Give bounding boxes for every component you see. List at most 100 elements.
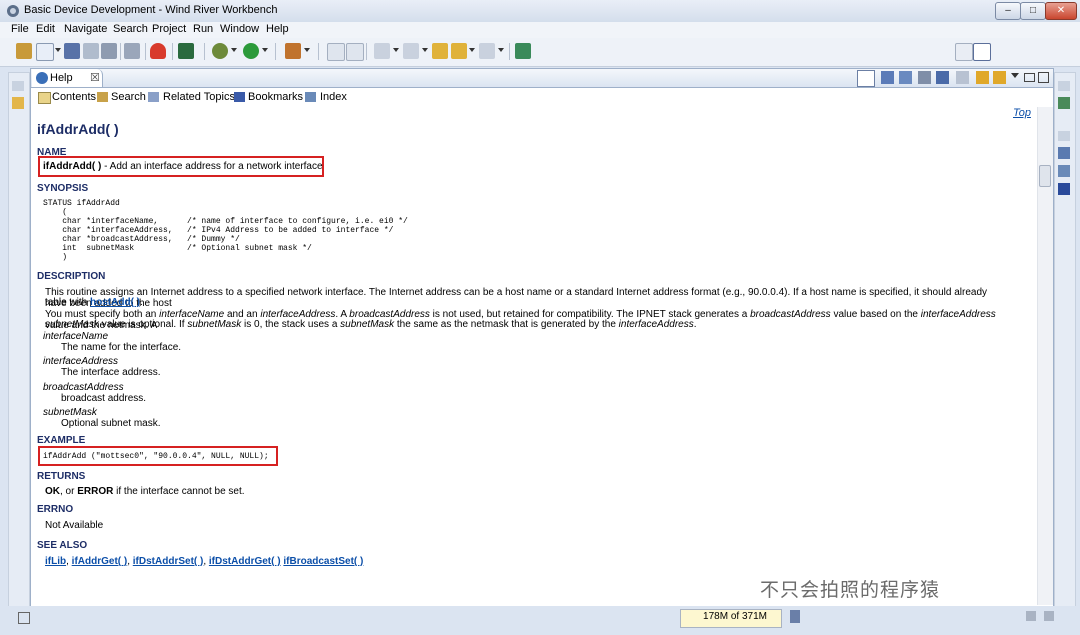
tab-close-icon[interactable]: ☒ bbox=[90, 71, 100, 84]
minimize-view-icon[interactable] bbox=[1024, 73, 1035, 82]
contents-icon bbox=[38, 92, 51, 104]
chevron-down-icon[interactable] bbox=[231, 48, 237, 52]
save-all-icon[interactable] bbox=[83, 43, 99, 59]
bell-icon[interactable] bbox=[150, 43, 166, 59]
returns-tail: if the interface cannot be set. bbox=[113, 486, 245, 497]
desc-italic: interfaceAddress bbox=[618, 319, 694, 330]
fast-view-icon[interactable] bbox=[18, 612, 30, 624]
top-link[interactable]: Top bbox=[1013, 107, 1031, 119]
restore-icon[interactable] bbox=[1058, 81, 1070, 91]
new-file-icon[interactable] bbox=[36, 43, 54, 61]
open-in-browser-icon[interactable] bbox=[936, 71, 949, 84]
nav-index[interactable]: Index bbox=[320, 91, 347, 103]
debug-icon[interactable] bbox=[212, 43, 228, 59]
restore-icon[interactable] bbox=[1058, 131, 1070, 141]
project-explorer-icon[interactable] bbox=[12, 97, 24, 109]
param-def: broadcast address. bbox=[61, 393, 147, 404]
scrollbar-thumb[interactable] bbox=[1039, 165, 1051, 187]
desc-text: is 0, the stack uses a bbox=[241, 319, 341, 330]
problems-icon[interactable] bbox=[1058, 165, 1070, 177]
maximize-button[interactable]: □ bbox=[1020, 2, 1046, 20]
help-view: Help ☒ Contents Search Related Topics Bo… bbox=[30, 68, 1054, 608]
bookmark-document-icon[interactable] bbox=[899, 71, 912, 84]
prev-annotation-icon[interactable] bbox=[403, 43, 419, 59]
outline-icon[interactable] bbox=[1058, 97, 1070, 109]
link-with-contents-icon[interactable] bbox=[857, 70, 875, 87]
chevron-down-icon[interactable] bbox=[55, 48, 61, 52]
left-trim-bar bbox=[8, 72, 30, 614]
desc-text: . bbox=[693, 319, 697, 330]
forward-icon[interactable] bbox=[479, 43, 495, 59]
nav-bookmarks[interactable]: Bookmarks bbox=[248, 91, 303, 103]
build-icon[interactable] bbox=[124, 43, 140, 59]
print-page-icon[interactable] bbox=[918, 71, 931, 84]
view-menu-icon[interactable] bbox=[1011, 73, 1019, 78]
external-tools-icon[interactable] bbox=[285, 43, 301, 59]
perspective-icon[interactable] bbox=[955, 43, 973, 61]
chevron-down-icon[interactable] bbox=[304, 48, 310, 52]
nav-related-topics[interactable]: Related Topics bbox=[163, 91, 235, 103]
section-synopsis: SYNOPSIS bbox=[37, 183, 89, 194]
toggle-icon-2[interactable] bbox=[346, 43, 364, 61]
help-perspective-icon[interactable] bbox=[973, 43, 991, 61]
menu-project[interactable]: Project bbox=[152, 23, 186, 35]
target-connect-icon[interactable] bbox=[178, 43, 194, 59]
chevron-down-icon[interactable] bbox=[393, 48, 399, 52]
param-def: The interface address. bbox=[61, 367, 161, 378]
link-ifaddrget[interactable]: ifAddrGet( ) bbox=[72, 556, 128, 567]
print-icon[interactable] bbox=[101, 43, 117, 59]
search-icon bbox=[97, 92, 108, 102]
minimize-button[interactable]: – bbox=[995, 2, 1021, 20]
returns-text: OK, or ERROR if the interface cannot be … bbox=[45, 486, 1005, 497]
terminal-icon[interactable] bbox=[1058, 183, 1070, 195]
nav-search[interactable]: Search bbox=[111, 91, 146, 103]
restore-icon[interactable] bbox=[12, 81, 24, 91]
toggle-icon[interactable] bbox=[327, 43, 345, 61]
menu-search[interactable]: Search bbox=[113, 23, 148, 35]
open-perspective-icon[interactable] bbox=[515, 43, 531, 59]
name-desc: - Add an interface address for a network… bbox=[101, 161, 323, 172]
link-hostadd[interactable]: hostAdd( ) bbox=[90, 297, 140, 308]
chevron-down-icon[interactable] bbox=[498, 48, 504, 52]
back-icon[interactable] bbox=[451, 43, 467, 59]
returns-ok: OK bbox=[45, 486, 60, 497]
show-in-contents-icon[interactable] bbox=[881, 71, 894, 84]
new-project-icon[interactable] bbox=[16, 43, 32, 59]
console-icon[interactable] bbox=[1058, 147, 1070, 159]
back-icon[interactable] bbox=[976, 71, 989, 84]
menu-run[interactable]: Run bbox=[193, 23, 213, 35]
chevron-down-icon[interactable] bbox=[262, 48, 268, 52]
menu-window[interactable]: Window bbox=[220, 23, 259, 35]
close-button[interactable]: ✕ bbox=[1045, 2, 1077, 20]
chevron-down-icon[interactable] bbox=[469, 48, 475, 52]
desc-italic: subnetMask bbox=[340, 319, 395, 330]
param-def: The name for the interface. bbox=[61, 342, 182, 353]
maximize-view-icon[interactable] bbox=[1038, 72, 1049, 83]
tab-help[interactable]: Help ☒ bbox=[32, 69, 103, 87]
forward-icon[interactable] bbox=[993, 71, 1006, 84]
highlight-search-icon[interactable] bbox=[956, 71, 969, 84]
window-title: Basic Device Development - Wind River Wo… bbox=[24, 4, 278, 16]
help-content: Top ifAddrAdd( ) NAME ifAddrAdd( ) - Add… bbox=[31, 107, 1037, 605]
desc-text: table with bbox=[45, 297, 91, 308]
link-iflib[interactable]: ifLib bbox=[45, 556, 66, 567]
garbage-collect-icon[interactable] bbox=[790, 610, 800, 623]
chevron-down-icon[interactable] bbox=[422, 48, 428, 52]
section-example: EXAMPLE bbox=[37, 435, 86, 446]
desc-text: the same as the netmask that is generate… bbox=[394, 319, 619, 330]
nav-contents[interactable]: Contents bbox=[52, 91, 96, 103]
link-ifbroadcastset[interactable]: ifBroadcastSet( ) bbox=[283, 556, 363, 567]
param-term: interfaceAddress bbox=[43, 356, 119, 367]
desc-para-3: subnetMask value is optional. If subnetM… bbox=[45, 319, 1005, 330]
link-ifdstaddrget[interactable]: ifDstAddrGet( ) bbox=[209, 556, 281, 567]
menu-file[interactable]: File bbox=[11, 23, 29, 35]
param-term: broadcastAddress bbox=[43, 382, 124, 393]
menu-help[interactable]: Help bbox=[266, 23, 289, 35]
save-icon[interactable] bbox=[64, 43, 80, 59]
last-edit-icon[interactable] bbox=[432, 43, 448, 59]
next-annotation-icon[interactable] bbox=[374, 43, 390, 59]
link-ifdstaddrset[interactable]: ifDstAddrSet( ) bbox=[133, 556, 204, 567]
menu-edit[interactable]: Edit bbox=[36, 23, 55, 35]
run-icon[interactable] bbox=[243, 43, 259, 59]
menu-navigate[interactable]: Navigate bbox=[64, 23, 107, 35]
